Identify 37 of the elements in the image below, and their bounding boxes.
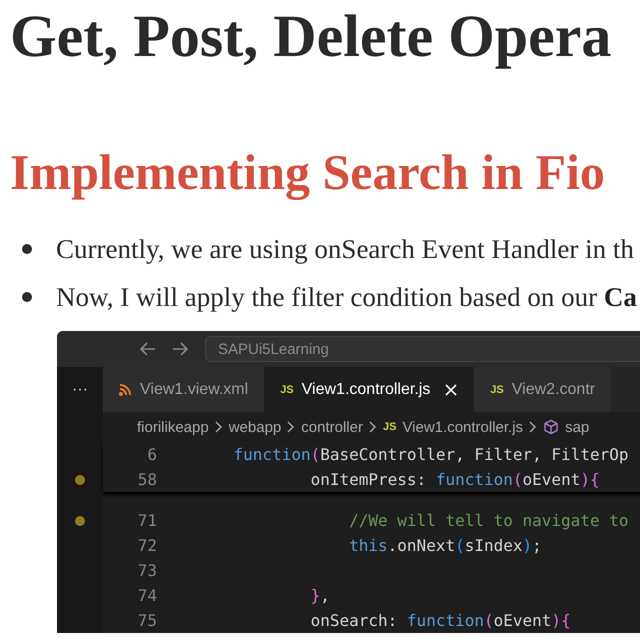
- bullet-icon: [22, 244, 32, 254]
- line-number: 58: [136, 470, 157, 489]
- breadcrumb-item[interactable]: fiorilikeapp: [137, 418, 209, 436]
- more-button[interactable]: ···: [57, 367, 103, 412]
- js-label: JS: [382, 421, 396, 433]
- line-number: 72: [136, 536, 157, 555]
- code-text: function(BaseController, Filter, FilterOp: [232, 445, 628, 464]
- chevron-icon: [529, 421, 538, 433]
- bullet-text: Currently, we are using onSearch Event Handler in th: [56, 234, 634, 264]
- file-tab[interactable]: JS View2.contr: [474, 367, 612, 412]
- chevron-icon: [368, 421, 377, 433]
- page-heading: Get, Post, Delete Opera: [10, 2, 612, 71]
- cube-icon: [543, 419, 560, 435]
- chevron-icon: [214, 421, 223, 433]
- line-number: 73: [136, 561, 157, 580]
- breadcrumb-item[interactable]: webapp: [228, 418, 282, 436]
- code-text: onItemPress: function(oEvent){: [310, 470, 600, 489]
- line-number: 75: [136, 611, 157, 630]
- search-field[interactable]: SAPUi5Learning: [205, 336, 640, 362]
- breadcrumb-item[interactable]: View1.controller.js: [402, 418, 524, 436]
- code-text: this.onNext(sIndex);: [348, 536, 542, 555]
- bullet-text: Now, I will apply the filter condition based on our Ca: [56, 282, 637, 312]
- close-icon[interactable]: [444, 382, 458, 396]
- rss-icon: [119, 383, 132, 396]
- line-number: 6: [146, 445, 157, 464]
- file-tab[interactable]: JS View1.controller.js: [264, 367, 474, 412]
- line-number: 74: [136, 586, 157, 605]
- line-number: 71: [136, 511, 157, 530]
- chevron-icon: [287, 421, 296, 433]
- section-heading: Implementing Search in Fio: [10, 143, 605, 201]
- code-text: //We will tell to navigate to: [348, 511, 628, 530]
- code-text: },: [310, 586, 330, 605]
- breadcrumb-item[interactable]: sap: [565, 418, 590, 436]
- code-text: onSearch: function(oEvent){: [310, 611, 571, 630]
- bullet-icon: [22, 292, 32, 302]
- file-tab[interactable]: View1.view.xml: [103, 367, 264, 412]
- breadcrumb-item[interactable]: controller: [301, 418, 363, 436]
